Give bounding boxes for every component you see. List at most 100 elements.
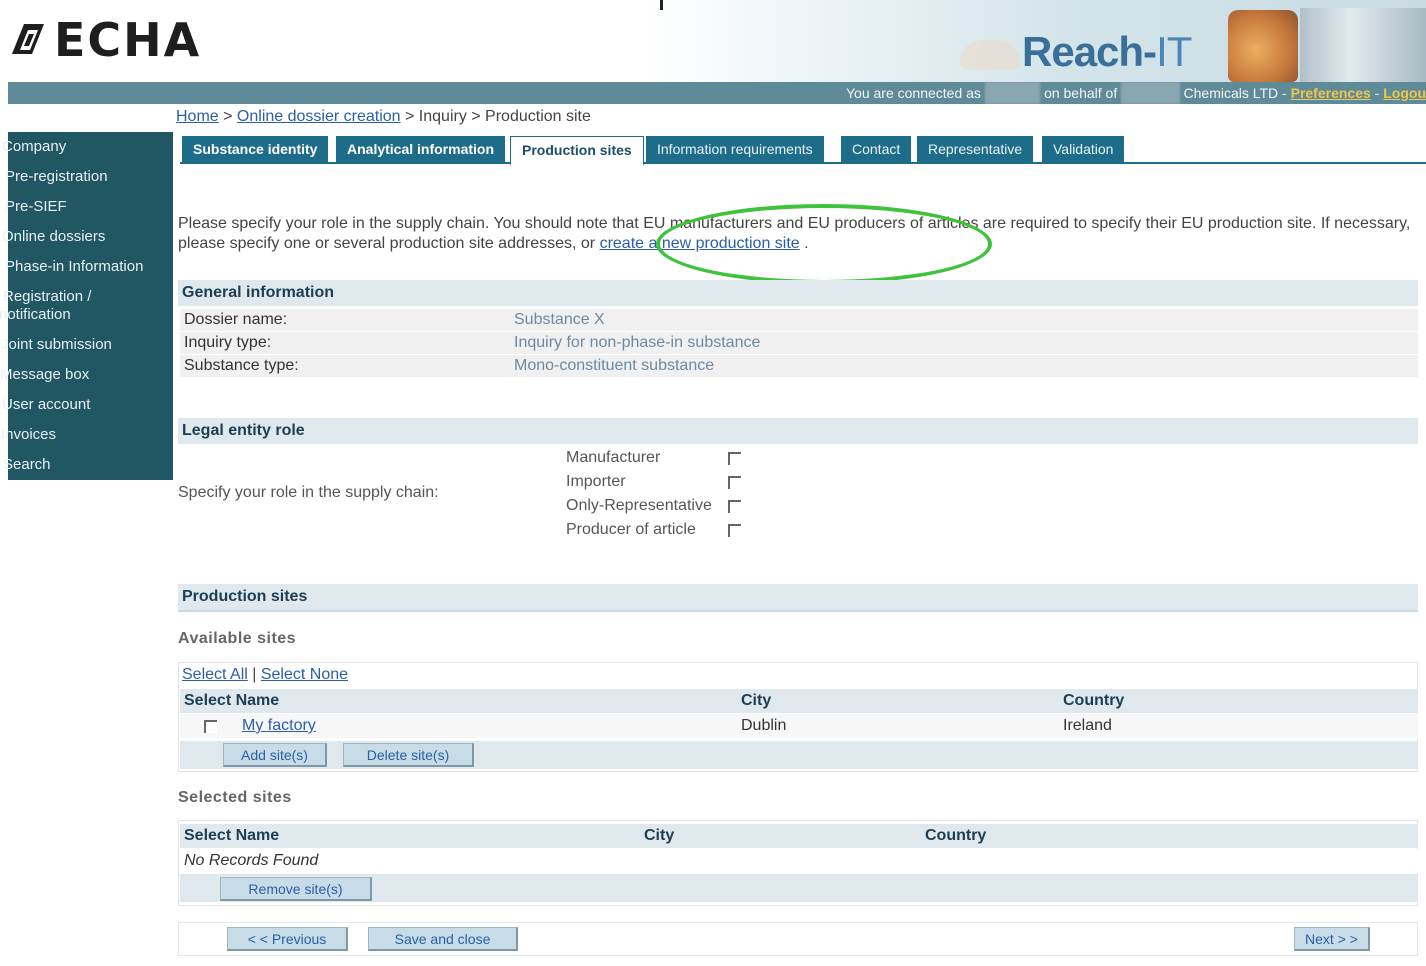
no-records-row: No Records Found [180, 849, 1418, 873]
sidebar-item-pre-registration[interactable]: Pre-registration [5, 164, 173, 194]
supply-chain-prompt: Specify your role in the supply chain: [178, 484, 439, 501]
sidebar-item-registration[interactable]: Registration / [3, 284, 173, 306]
blurred-username: Sandi.M [984, 82, 1041, 104]
connected-prefix: You are connected as [846, 85, 981, 101]
col-select-name: Select Name [184, 692, 280, 709]
available-sites-header-row: Select Name City Country [180, 689, 1418, 713]
logo-text: ECHA [54, 13, 202, 67]
tab-contact[interactable]: Contact [841, 136, 912, 164]
select-links: Select All | Select None [182, 666, 348, 684]
sidebar-item-phase-in-information[interactable]: Phase-in Information [5, 254, 173, 284]
sidebar-item-search[interactable]: Search [3, 452, 173, 482]
breadcrumb-separator: > [218, 108, 237, 125]
connection-status-bar: You are connected as Sandi.M on behalf o… [8, 82, 1426, 104]
reach-it-brand: Reach-IT [1022, 28, 1192, 76]
breadcrumb: Home > Online dossier creation > Inquiry… [176, 108, 591, 126]
table-row: My factory Dublin Ireland [180, 714, 1418, 738]
info-key: Substance type: [184, 357, 299, 374]
sidebar-item-invoices[interactable]: Invoices [1, 422, 173, 452]
next-button[interactable]: Next > > [1294, 927, 1370, 951]
selected-sites-label: Selected sites [178, 789, 292, 806]
sidebar-item-online-dossiers[interactable]: Online dossiers [2, 224, 173, 254]
save-and-close-button[interactable]: Save and close [368, 927, 518, 951]
company-suffix: Chemicals LTD - [1183, 85, 1287, 101]
role-label-importer: Importer [566, 473, 626, 490]
dossier-tabs: Substance identity Analytical informatio… [180, 136, 1426, 166]
producer-of-article-checkbox[interactable] [728, 524, 741, 537]
tab-information-requirements[interactable]: Information requirements [646, 136, 824, 164]
info-row-substance-type: Substance type: Mono-constituent substan… [180, 355, 1418, 377]
role-label-producer-of-article: Producer of article [566, 521, 696, 538]
only-representative-checkbox[interactable] [728, 500, 741, 513]
remove-sites-button[interactable]: Remove site(s) [220, 877, 372, 901]
brand-main: Reach- [1022, 28, 1157, 75]
col-country: Country [1063, 692, 1125, 709]
echa-logo-mark-icon [12, 24, 44, 54]
role-label-only-representative: Only-Representative [566, 497, 712, 514]
info-key: Inquiry type: [184, 334, 272, 351]
info-key: Dossier name: [184, 311, 288, 328]
info-value: Substance X [514, 311, 605, 328]
previous-button[interactable]: < < Previous [227, 927, 348, 951]
sidebar-item-company[interactable]: Company [2, 134, 173, 164]
tab-validation[interactable]: Validation [1042, 136, 1125, 164]
col-city: City [741, 692, 772, 709]
add-sites-button[interactable]: Add site(s) [223, 743, 327, 767]
tab-representative[interactable]: Representative [917, 136, 1034, 164]
general-information-header: General information [178, 280, 1418, 306]
selected-sites-actions: Remove site(s) [180, 874, 1418, 902]
site-city: Dublin [741, 717, 787, 734]
select-all-link[interactable]: Select All [182, 666, 248, 683]
on-behalf-of: on behalf of [1044, 85, 1118, 101]
col-country: Country [925, 827, 987, 844]
selected-sites-header-row: Select Name City Country [180, 824, 1418, 848]
blurred-company: Sandline [1121, 82, 1180, 104]
info-value: Inquiry for non-phase-in substance [514, 334, 761, 351]
legal-entity-role-header: Legal entity role [178, 418, 1418, 444]
breadcrumb-home-link[interactable]: Home [176, 108, 219, 125]
header-photo-glassware [1300, 8, 1426, 82]
role-label-manufacturer: Manufacturer [566, 449, 661, 466]
breadcrumb-online-dossier-link[interactable]: Online dossier creation [237, 108, 401, 125]
manufacturer-checkbox[interactable] [728, 452, 741, 465]
wizard-navigation-bar: < < Previous Save and close Next > > [178, 922, 1418, 956]
sidebar-item-joint-submission[interactable]: Joint submission [1, 332, 173, 362]
importer-checkbox[interactable] [728, 476, 741, 489]
tab-analytical-information[interactable]: Analytical information [336, 136, 506, 164]
status-separator: - [1370, 85, 1384, 101]
tab-production-sites[interactable]: Production sites [510, 136, 644, 166]
breadcrumb-current: > Inquiry > Production site [400, 108, 591, 125]
site-country: Ireland [1063, 717, 1112, 734]
info-row-dossier-name: Dossier name: Substance X [180, 309, 1418, 331]
production-sites-divider [178, 610, 1418, 612]
delete-sites-button[interactable]: Delete site(s) [343, 743, 474, 767]
intro-text-end: . [799, 235, 809, 252]
sidebar-item-user-account[interactable]: User account [2, 392, 173, 422]
app-header: ECHA Reach-IT [0, 0, 1426, 82]
available-sites-actions: Add site(s) Delete site(s) [180, 741, 1418, 769]
col-city: City [644, 827, 675, 844]
info-row-inquiry-type: Inquiry type: Inquiry for non-phase-in s… [180, 332, 1418, 354]
logout-link[interactable]: Logou [1383, 85, 1426, 101]
col-select-name: Select Name [184, 827, 280, 844]
create-production-site-link[interactable]: create a new production site [600, 235, 800, 252]
header-photo-hand [960, 40, 1020, 70]
left-navigation: Company Pre-registration Pre-SIEF Online… [0, 132, 173, 480]
tab-substance-identity[interactable]: Substance identity [182, 136, 329, 164]
intro-paragraph: Please specify your role in the supply c… [178, 214, 1416, 254]
header-photo-flask [1228, 10, 1298, 82]
select-none-link[interactable]: Select None [261, 666, 348, 683]
echa-logo[interactable]: ECHA [10, 14, 201, 66]
site-select-checkbox[interactable] [204, 720, 217, 733]
available-sites-label: Available sites [178, 630, 297, 647]
brand-suffix: IT [1156, 28, 1192, 75]
production-sites-header: Production sites [178, 584, 1418, 610]
preferences-link[interactable]: Preferences [1291, 85, 1371, 101]
header-divider-mark [660, 0, 663, 10]
sidebar-item-registration-notification[interactable]: notification [0, 306, 173, 332]
sidebar-item-pre-sief[interactable]: Pre-SIEF [5, 194, 173, 224]
sidebar-item-message-box[interactable]: Message box [0, 362, 173, 392]
no-records-text: No Records Found [184, 852, 319, 869]
select-links-pipe: | [247, 666, 261, 683]
site-name-link[interactable]: My factory [242, 714, 316, 738]
